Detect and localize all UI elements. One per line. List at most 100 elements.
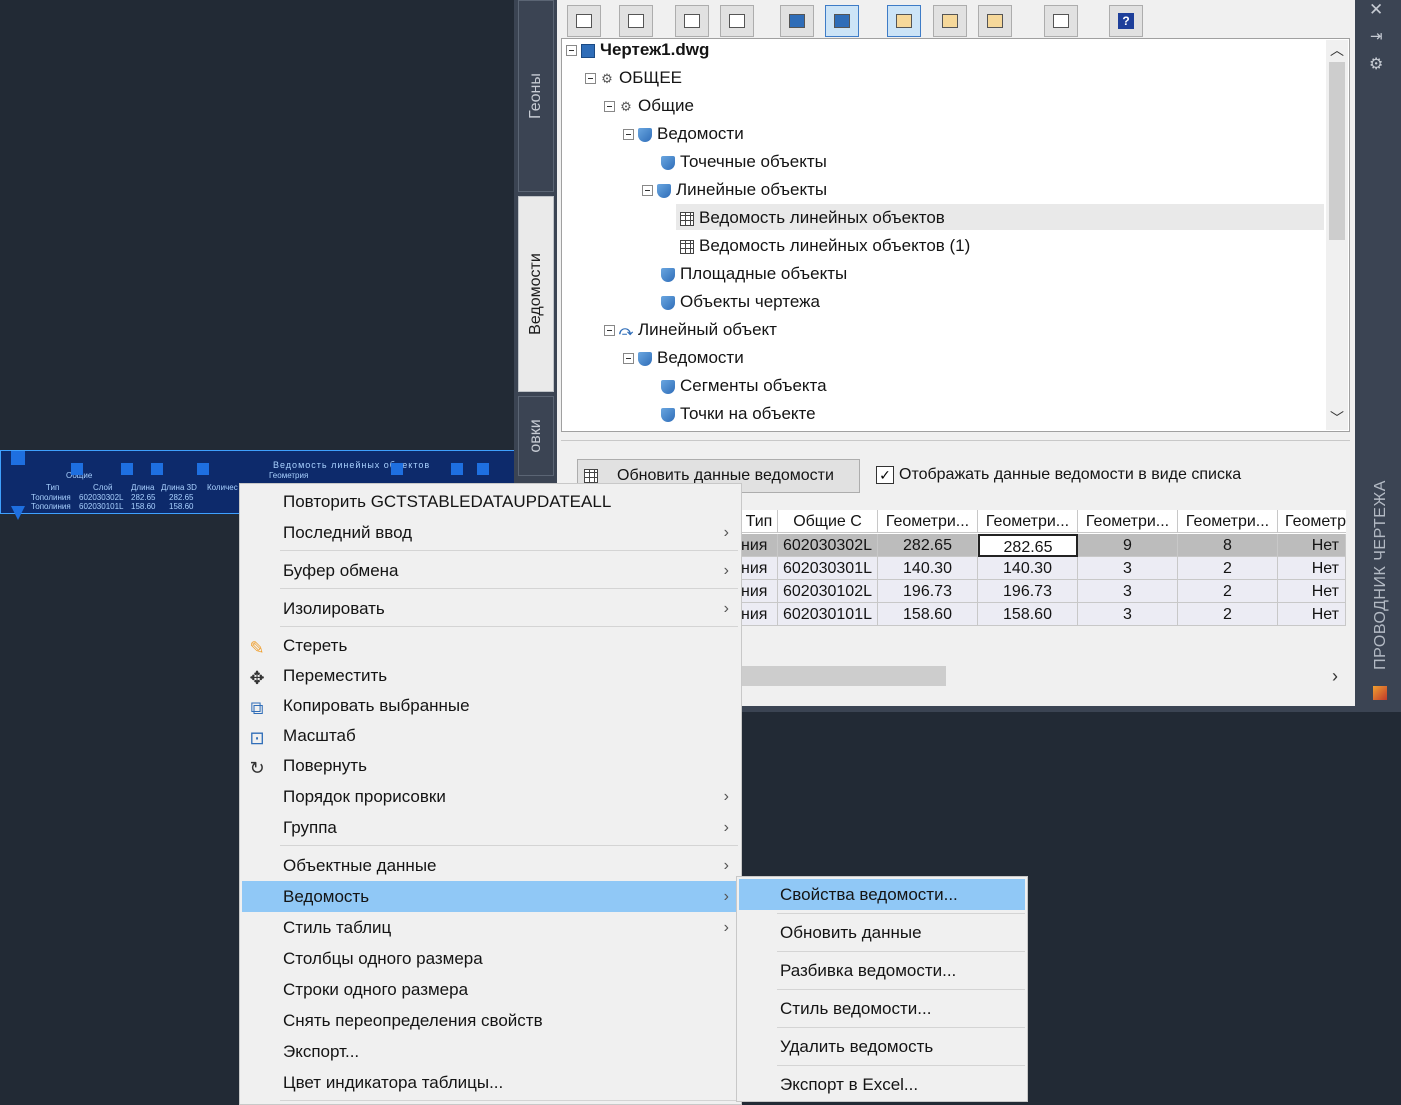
grid-cell[interactable]: 602030101L <box>778 603 878 626</box>
submenu-item-export-excel[interactable]: Экспорт в Excel... <box>739 1069 1025 1100</box>
scroll-right-icon[interactable]: › <box>1332 666 1338 687</box>
menu-item-scale[interactable]: ⊡ Масштаб <box>242 720 739 751</box>
grid-header[interactable]: Геометри... <box>1178 510 1278 533</box>
toolbar-button-1[interactable] <box>567 5 601 37</box>
list-view-checkbox[interactable]: ✓ <box>876 466 894 484</box>
tab-geons[interactable]: Геоны <box>518 0 554 192</box>
help-button[interactable]: ? <box>1109 5 1143 37</box>
collapse-icon[interactable] <box>604 101 615 113</box>
toolbar-button-9[interactable] <box>978 5 1012 37</box>
menu-item-repeat[interactable]: Повторить GCTSTABLEDATAUPDATEALL <box>242 486 739 517</box>
grip[interactable] <box>391 463 403 475</box>
tree-item[interactable]: Ведомости <box>623 344 744 372</box>
grid-cell[interactable]: 602030301L <box>778 557 878 580</box>
grid-cell[interactable]: ния <box>741 580 778 603</box>
grid-horizontal-scrollbar[interactable]: › <box>741 664 1346 688</box>
tab-vedomosti[interactable]: Ведомости <box>518 196 554 392</box>
grip[interactable] <box>197 463 209 475</box>
grid-cell[interactable]: 602030102L <box>778 580 878 603</box>
grid-cell[interactable]: 3 <box>1078 557 1178 580</box>
menu-item-group[interactable]: Группа › <box>242 812 739 843</box>
menu-item-isolate[interactable]: Изолировать › <box>242 593 739 624</box>
toolbar-button-7[interactable] <box>887 5 921 37</box>
menu-item-rotate[interactable]: ↻ Повернуть <box>242 750 739 781</box>
autohide-icon[interactable]: ⇥ <box>1370 27 1383 45</box>
submenu-item-delete[interactable]: Удалить ведомость <box>739 1031 1025 1062</box>
grid-cell[interactable]: ния <box>741 603 778 626</box>
menu-item-last-input[interactable]: Последний ввод › <box>242 517 739 548</box>
grid-cell[interactable]: 3 <box>1078 580 1178 603</box>
collapse-icon[interactable] <box>642 185 653 197</box>
grid-header[interactable]: Тип <box>741 510 778 533</box>
settings-icon[interactable]: ⚙ <box>1369 54 1383 74</box>
collapse-icon[interactable] <box>623 353 634 365</box>
menu-item-equal-columns[interactable]: Столбцы одного размера <box>242 943 739 974</box>
grid-cell-active[interactable]: 282.65 <box>978 534 1078 557</box>
grid-cell[interactable]: 3 <box>1078 603 1178 626</box>
grid-cell[interactable]: 196.73 <box>978 580 1078 603</box>
grid-cell[interactable]: 158.60 <box>878 603 978 626</box>
tab-other[interactable]: овки <box>518 396 554 476</box>
grid-cell[interactable]: 2 <box>1178 603 1278 626</box>
toolbar-button-6[interactable] <box>825 5 859 37</box>
grid-header[interactable]: Геометри... <box>978 510 1078 533</box>
toolbar-button-3[interactable] <box>675 5 709 37</box>
grid-cell[interactable]: 602030302L <box>778 534 878 557</box>
tree-scrollbar[interactable]: ︿ ﹀ <box>1326 40 1348 430</box>
scroll-thumb[interactable] <box>741 666 946 686</box>
toolbar-button-4[interactable] <box>720 5 754 37</box>
toolbar-button-5[interactable] <box>780 5 814 37</box>
grid-cell[interactable]: 2 <box>1178 580 1278 603</box>
menu-item-object-data[interactable]: Объектные данные › <box>242 850 739 881</box>
grip[interactable] <box>451 463 463 475</box>
grid-cell[interactable]: Нет <box>1278 534 1346 557</box>
toolbar-button-8[interactable] <box>933 5 967 37</box>
collapse-icon[interactable] <box>604 325 615 337</box>
collapse-icon[interactable] <box>585 73 596 85</box>
menu-item-table-style[interactable]: Стиль таблиц › <box>242 912 739 943</box>
tree-item[interactable]: ⚙ Общие <box>604 92 694 120</box>
menu-item-erase[interactable]: ✎ Стереть <box>242 630 739 661</box>
grip[interactable] <box>151 463 163 475</box>
menu-item-copy[interactable]: ⧉ Копировать выбранные <box>242 690 739 721</box>
data-grid[interactable]: Тип Общие С Геометри... Геометри... Геом… <box>741 510 1346 626</box>
tree-item[interactable]: Площадные объекты <box>661 260 847 288</box>
close-icon[interactable]: ✕ <box>1369 0 1383 20</box>
tree-item[interactable]: ⚙ ОБЩЕЕ <box>585 64 682 92</box>
grid-cell[interactable]: Нет <box>1278 603 1346 626</box>
menu-item-move[interactable]: ✥ Переместить <box>242 660 739 691</box>
grid-cell[interactable]: 9 <box>1078 534 1178 557</box>
grid-cell[interactable]: 158.60 <box>978 603 1078 626</box>
tree-item[interactable]: Объекты чертежа <box>661 288 820 316</box>
grid-cell[interactable]: Нет <box>1278 557 1346 580</box>
grid-cell[interactable]: ния <box>741 534 778 557</box>
tree-item[interactable]: Точечные объекты <box>661 148 827 176</box>
grip[interactable] <box>477 463 489 475</box>
toolbar-button-2[interactable] <box>619 5 653 37</box>
submenu-item-style[interactable]: Стиль ведомости... <box>739 993 1025 1024</box>
grip[interactable] <box>121 463 133 475</box>
grip[interactable] <box>11 506 25 520</box>
menu-item-vedomost[interactable]: Ведомость › <box>242 881 739 912</box>
toolbar-button-10[interactable] <box>1044 5 1078 37</box>
submenu-item-split[interactable]: Разбивка ведомости... <box>739 955 1025 986</box>
tree-item[interactable]: ⤼ Линейный объект <box>604 316 777 344</box>
grid-cell[interactable]: 140.30 <box>978 557 1078 580</box>
tree-item[interactable]: Линейные объекты <box>642 176 827 204</box>
scroll-thumb[interactable] <box>1329 62 1345 240</box>
tree-item-root[interactable]: Чертеж1.dwg <box>566 36 709 64</box>
grid-header[interactable]: Геометри... <box>878 510 978 533</box>
grid-header[interactable]: Геометри... <box>1078 510 1178 533</box>
grid-cell[interactable]: 2 <box>1178 557 1278 580</box>
tree-item[interactable]: Ведомости <box>623 120 744 148</box>
tree-item-selected[interactable]: Ведомость линейных объектов <box>680 204 945 232</box>
scroll-down-icon[interactable]: ﹀ <box>1326 408 1348 428</box>
menu-item-equal-rows[interactable]: Строки одного размера <box>242 974 739 1005</box>
grid-cell[interactable]: Нет <box>1278 580 1346 603</box>
grid-cell[interactable]: 196.73 <box>878 580 978 603</box>
scroll-up-icon[interactable]: ︿ <box>1326 40 1348 60</box>
tree-item[interactable]: Точки на объекте <box>661 400 816 428</box>
menu-item-indicator-color[interactable]: Цвет индикатора таблицы... <box>242 1067 739 1098</box>
menu-item-draw-order[interactable]: Порядок прорисовки › <box>242 781 739 812</box>
grid-cell[interactable]: ния <box>741 557 778 580</box>
